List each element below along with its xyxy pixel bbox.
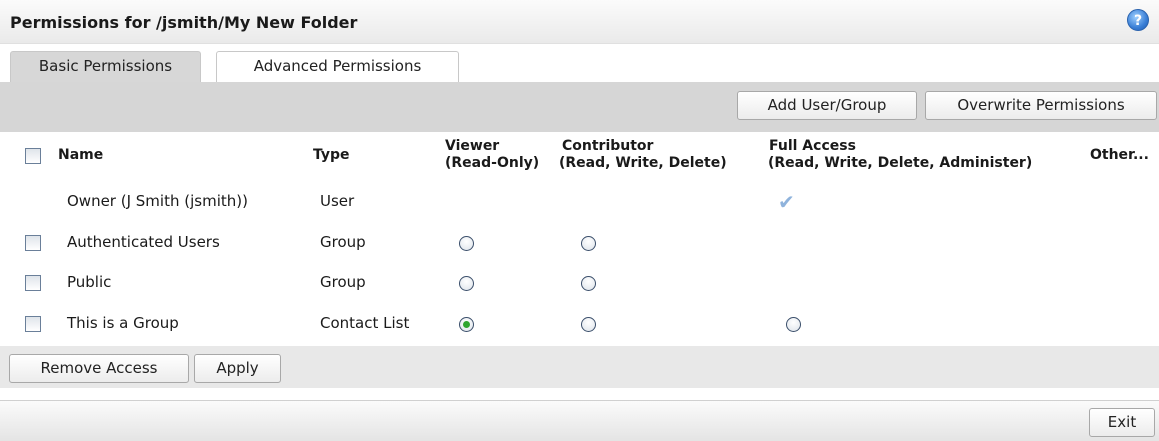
- viewer-title: Viewer: [445, 138, 500, 154]
- row-owner-name: Owner (J Smith (jsmith)): [67, 192, 248, 210]
- row-this-is-a-group-type: Contact List: [320, 314, 410, 332]
- apply-button[interactable]: Apply: [194, 354, 281, 383]
- this-is-a-group-contributor-radio[interactable]: [581, 317, 596, 332]
- this-is-a-group-full-access-radio[interactable]: [786, 317, 801, 332]
- tab-basic-permissions[interactable]: Basic Permissions: [10, 51, 201, 82]
- row-public-name: Public: [67, 273, 112, 291]
- row-authenticated-users-type: Group: [320, 233, 366, 251]
- tab-advanced-permissions[interactable]: Advanced Permissions: [216, 51, 459, 82]
- row-public-type: Group: [320, 273, 366, 291]
- overwrite-permissions-button[interactable]: Overwrite Permissions: [925, 91, 1157, 120]
- row-this-is-a-group-checkbox[interactable]: [25, 316, 41, 332]
- checkmark-icon: ✔: [778, 190, 795, 214]
- column-header-other[interactable]: Other...: [1090, 147, 1149, 164]
- add-user-group-button[interactable]: Add User/Group: [737, 91, 917, 120]
- window-title: Permissions for /jsmith/My New Folder: [10, 13, 358, 32]
- row-owner-type: User: [320, 192, 355, 210]
- column-header-type[interactable]: Type: [313, 147, 350, 164]
- row-authenticated-users-name: Authenticated Users: [67, 233, 220, 251]
- full-access-title: Full Access: [769, 138, 856, 154]
- row-public-checkbox[interactable]: [25, 275, 41, 291]
- exit-button[interactable]: Exit: [1089, 408, 1155, 437]
- contributor-subtitle: (Read, Write, Delete): [559, 155, 727, 171]
- viewer-subtitle: (Read-Only): [445, 155, 540, 171]
- toolbar: Add User/Group Overwrite Permissions: [0, 82, 1159, 132]
- row-authenticated-users-checkbox[interactable]: [25, 235, 41, 251]
- row-this-is-a-group-name: This is a Group: [67, 314, 179, 332]
- authenticated-users-contributor-radio[interactable]: [581, 236, 596, 251]
- contributor-title: Contributor: [562, 138, 654, 154]
- select-all-checkbox[interactable]: [25, 148, 41, 164]
- remove-access-button[interactable]: Remove Access: [9, 354, 189, 383]
- this-is-a-group-viewer-radio[interactable]: [459, 317, 474, 332]
- title-bar: Permissions for /jsmith/My New Folder ?: [0, 0, 1159, 44]
- column-header-viewer: Viewer (Read-Only): [445, 138, 539, 172]
- footer-bar: Exit: [0, 400, 1159, 441]
- column-header-full-access: Full Access (Read, Write, Delete, Admini…: [768, 138, 1032, 172]
- public-viewer-radio[interactable]: [459, 276, 474, 291]
- column-header-name[interactable]: Name: [58, 147, 103, 164]
- public-contributor-radio[interactable]: [581, 276, 596, 291]
- help-icon[interactable]: ?: [1127, 9, 1149, 31]
- authenticated-users-viewer-radio[interactable]: [459, 236, 474, 251]
- action-bar: Remove Access Apply: [0, 346, 1159, 388]
- column-header-contributor: Contributor (Read, Write, Delete): [559, 138, 727, 172]
- full-access-subtitle: (Read, Write, Delete, Administer): [768, 155, 1033, 171]
